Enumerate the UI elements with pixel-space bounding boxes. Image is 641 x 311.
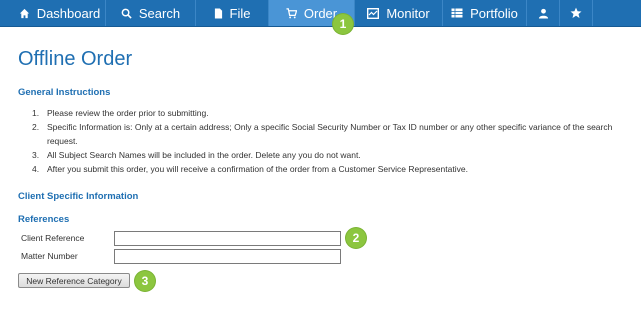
top-navigation: Dashboard Search File Order Monitor Port… [0,0,641,27]
file-icon [214,8,222,18]
list-item: 2. Specific Information is: Only at a ce… [32,122,613,146]
user-icon [538,8,548,19]
nav-file-label: File [229,5,251,21]
monitor-icon [367,7,380,19]
nav-search[interactable]: Search [106,0,196,26]
page-title: Offline Order [18,48,133,70]
nav-file[interactable]: File [196,0,269,26]
nav-monitor-label: Monitor [386,5,430,21]
callout-badge-2: 2 [346,228,366,248]
callout-badge-3: 3 [135,271,155,291]
matter-number-input[interactable] [114,249,341,264]
star-icon [570,7,582,18]
cart-icon [286,7,297,18]
client-specific-heading: Client Specific Information [18,191,139,202]
nav-dashboard-label: Dashboard [36,5,101,21]
new-reference-category-button[interactable]: New Reference Category [18,273,130,288]
client-reference-label: Client Reference [21,233,85,243]
nav-monitor[interactable]: Monitor [355,0,443,26]
home-icon [19,8,29,18]
nav-portfolio-label: Portfolio [470,5,518,21]
search-icon [121,8,132,19]
nav-search-label: Search [138,5,181,21]
nav-order-label: Order [303,5,338,21]
instructions-list: 1. Please review the order prior to subm… [32,106,632,176]
general-instructions-heading: General Instructions [18,87,111,98]
nav-portfolio[interactable]: Portfolio [443,0,527,26]
client-reference-input[interactable] [114,231,341,246]
matter-number-label: Matter Number [21,251,78,261]
nav-dashboard[interactable]: Dashboard [14,0,106,26]
table-icon [451,8,463,18]
nav-user[interactable] [527,0,560,26]
list-item: 1. Please review the order prior to subm… [32,108,209,118]
list-item: 4. After you submit this order, you will… [32,164,468,174]
nav-favorites[interactable] [560,0,593,26]
callout-badge-1: 1 [333,14,353,34]
list-item: 3. All Subject Search Names will be incl… [32,150,361,160]
references-heading: References [18,214,70,225]
